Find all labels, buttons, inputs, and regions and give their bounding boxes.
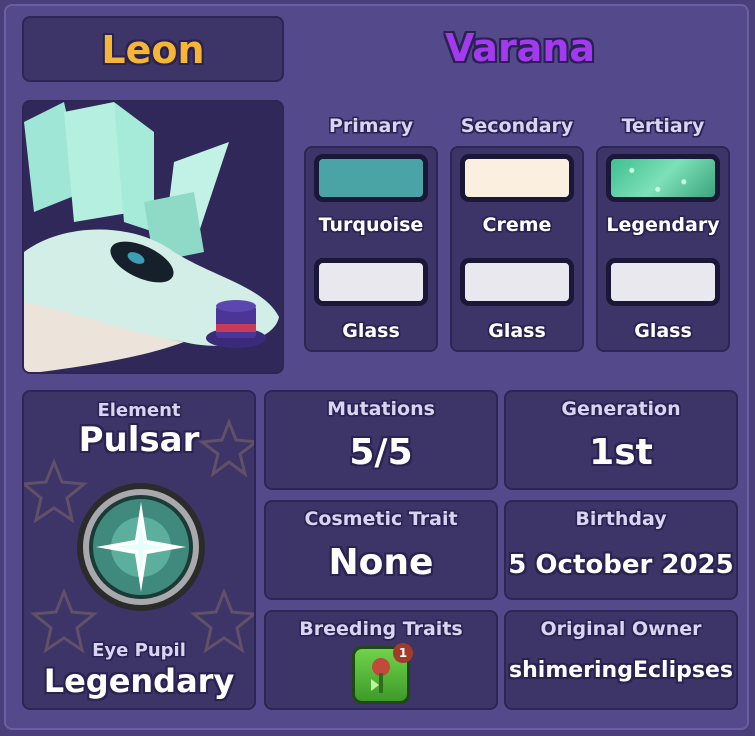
owner-name-panel: Leon (22, 16, 284, 82)
secondary-top-label: Creme (482, 214, 552, 236)
tertiary-top-label: Legendary (606, 214, 720, 236)
mutations-label: Mutations (327, 398, 435, 420)
mutations-value: 5/5 (349, 432, 413, 473)
eye-pupil-value: Legendary (43, 662, 235, 700)
secondary-bottom-label: Glass (488, 320, 546, 342)
secondary-colors: Creme Glass (450, 146, 584, 352)
element-value: Pulsar (78, 420, 200, 460)
cosmetic-label: Cosmetic Trait (304, 508, 458, 530)
element-panel: Element Pulsar Eye Pupil Legendary (22, 390, 256, 710)
original-owner-value[interactable]: shimeringEclipses (506, 658, 736, 683)
mutations-tile: Mutations 5/5 (264, 390, 498, 490)
element-label: Element (97, 400, 181, 421)
birthday-value: 5 October 2025 (508, 550, 734, 580)
dragon-image (24, 102, 279, 372)
eye-pupil-label: Eye Pupil (92, 640, 186, 661)
primary-colors: Turquoise Glass (304, 146, 438, 352)
primary-top-swatch[interactable] (314, 154, 428, 202)
primary-bottom-label: Glass (342, 320, 400, 342)
primary-top-label: Turquoise (318, 214, 424, 236)
trait-count-badge: 1 (393, 643, 413, 663)
pulsar-eye-icon (77, 483, 205, 611)
generation-value: 1st (589, 432, 653, 473)
breeding-traits-tile: Breeding Traits 1 (264, 610, 498, 710)
birthday-tile: Birthday 5 October 2025 (504, 500, 738, 600)
tertiary-bottom-swatch[interactable] (606, 258, 720, 306)
tertiary-colors: Legendary Glass (596, 146, 730, 352)
cosmetic-tile: Cosmetic Trait None (264, 500, 498, 600)
original-owner-label: Original Owner (540, 618, 702, 640)
generation-label: Generation (561, 398, 681, 420)
breeding-traits-label: Breeding Traits (299, 618, 463, 640)
tertiary-top-swatch[interactable] (606, 154, 720, 202)
original-owner-tile: Original Owner shimeringEclipses (504, 610, 738, 710)
primary-bottom-swatch[interactable] (314, 258, 428, 306)
tertiary-title: Tertiary (621, 115, 705, 137)
breeding-trait-badge[interactable]: 1 (352, 643, 413, 704)
generation-tile: Generation 1st (504, 390, 738, 490)
cosmetic-value: None (328, 542, 434, 583)
dragon-name: Varana (444, 26, 596, 70)
birthday-label: Birthday (575, 508, 667, 530)
secondary-title: Secondary (460, 115, 574, 137)
primary-title: Primary (328, 115, 414, 137)
secondary-top-swatch[interactable] (460, 154, 574, 202)
tertiary-bottom-label: Glass (634, 320, 692, 342)
dragon-portrait (22, 100, 284, 374)
owner-name: Leon (101, 28, 205, 72)
secondary-bottom-swatch[interactable] (460, 258, 574, 306)
